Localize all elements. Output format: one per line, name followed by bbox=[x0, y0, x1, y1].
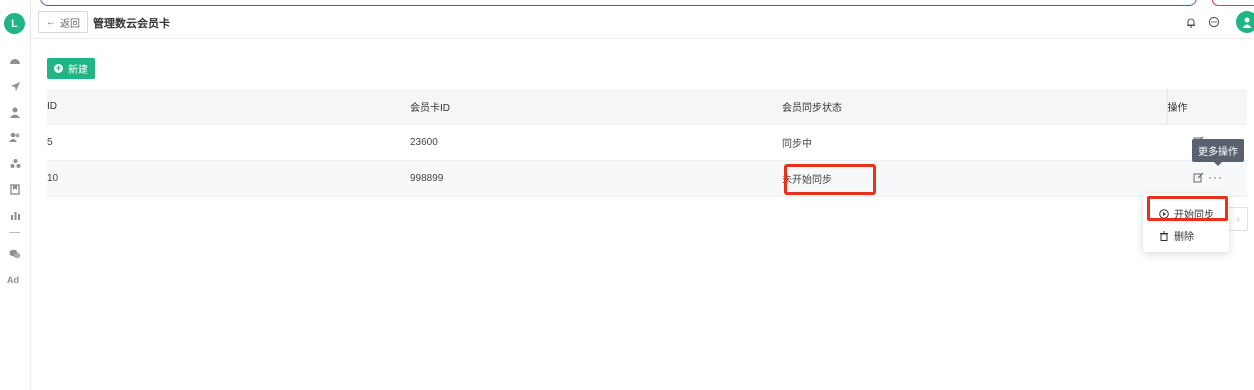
message-icon[interactable] bbox=[1207, 15, 1221, 29]
bookmark-icon[interactable] bbox=[8, 182, 22, 196]
new-button[interactable]: + 新建 bbox=[47, 58, 95, 79]
avatar[interactable] bbox=[1236, 11, 1254, 33]
start-sync-highlight-box bbox=[1147, 196, 1228, 221]
column-header-card-id: 会员卡ID bbox=[410, 89, 782, 125]
bell-icon[interactable] bbox=[1184, 15, 1198, 29]
back-button[interactable]: ← 返回 bbox=[38, 11, 88, 33]
app-logo[interactable]: L bbox=[4, 13, 25, 34]
dashboard-icon[interactable] bbox=[8, 53, 22, 67]
column-header-actions: 操作 bbox=[1166, 89, 1247, 125]
column-header-sync-status: 会员同步状态 bbox=[782, 89, 1167, 125]
page-header: ← 返回 管理数云会员卡 bbox=[31, 6, 1254, 39]
send-icon[interactable] bbox=[8, 79, 22, 93]
more-actions-tooltip: 更多操作 bbox=[1192, 139, 1244, 166]
cell-card-id: 23600 bbox=[410, 124, 782, 161]
user-avatar-icon bbox=[1242, 17, 1252, 28]
column-header-id: ID bbox=[47, 89, 410, 125]
arrow-left-icon: ← bbox=[46, 16, 56, 28]
new-label: 新建 bbox=[68, 65, 88, 76]
sidebar: L Ad bbox=[0, 0, 31, 390]
user-icon[interactable] bbox=[8, 105, 22, 119]
apps-icon[interactable] bbox=[8, 156, 22, 170]
table-row: 5 23600 同步中 bbox=[47, 124, 1247, 161]
cell-id: 5 bbox=[47, 124, 410, 161]
cell-id: 10 bbox=[47, 160, 410, 197]
ad-menu-item[interactable]: Ad bbox=[7, 275, 19, 285]
plus-icon: + bbox=[54, 63, 63, 73]
wechat-icon[interactable] bbox=[8, 247, 22, 261]
trash-icon bbox=[1160, 231, 1168, 241]
pagination-next-button[interactable]: › bbox=[1228, 207, 1248, 231]
chart-icon[interactable] bbox=[8, 208, 22, 222]
sidebar-divider bbox=[9, 232, 20, 233]
status-highlight-box bbox=[784, 164, 876, 195]
table-header-row: ID 会员卡ID 会员同步状态 操作 bbox=[47, 89, 1247, 125]
users-icon[interactable] bbox=[8, 130, 22, 144]
page-title: 管理数云会员卡 bbox=[93, 18, 170, 30]
main-content: + 新建 ID 会员卡ID 会员同步状态 操作 5 23600 同步中 10 9… bbox=[31, 39, 1254, 390]
menu-item-label: 删除 bbox=[1174, 232, 1194, 243]
menu-item-delete[interactable]: 删除 bbox=[1159, 228, 1194, 243]
table-row: 10 998899 未开始同步 bbox=[47, 160, 1247, 197]
edit-icon[interactable] bbox=[1193, 172, 1204, 183]
cell-card-id: 998899 bbox=[410, 160, 782, 197]
back-label: 返回 bbox=[60, 18, 80, 30]
cell-sync-status: 同步中 bbox=[782, 124, 1167, 161]
cell-actions bbox=[1167, 160, 1247, 197]
member-card-table: ID 会员卡ID 会员同步状态 操作 5 23600 同步中 10 998899… bbox=[47, 89, 1247, 197]
more-icon[interactable]: ··· bbox=[1208, 170, 1223, 184]
